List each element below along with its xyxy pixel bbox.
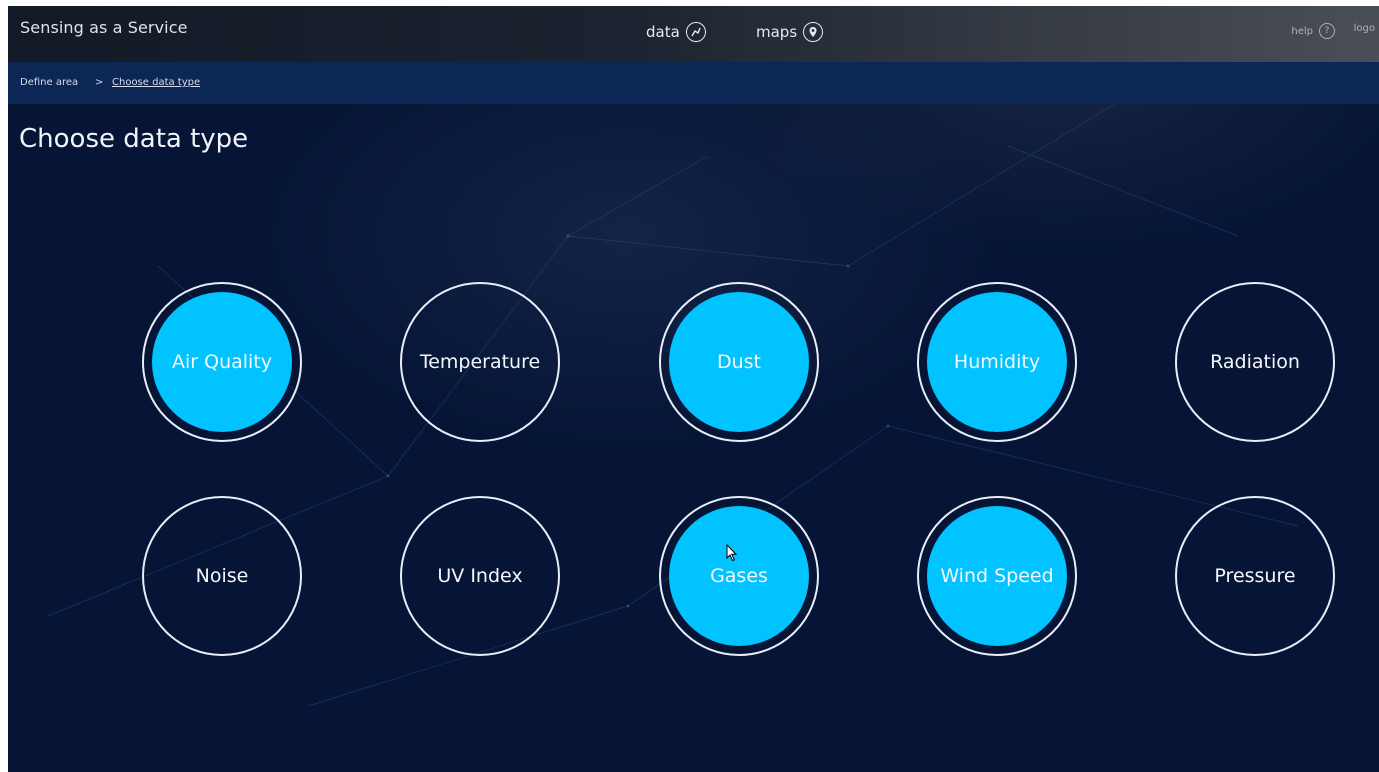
data-type-noise[interactable]: Noise — [142, 496, 302, 656]
data-type-label: Dust — [716, 351, 762, 373]
data-type-label: Noise — [195, 565, 249, 587]
data-type-label: Radiation — [1210, 351, 1300, 373]
nav-maps-label: maps — [756, 23, 798, 41]
data-type-label: Temperature — [419, 351, 541, 373]
help-icon: ? — [1319, 23, 1335, 39]
data-type-temperature[interactable]: Temperature — [400, 282, 560, 442]
logout-link[interactable]: logo — [1354, 23, 1375, 34]
data-type-uv-index[interactable]: UV Index — [400, 496, 560, 656]
top-bar: Sensing as a Service data maps help ? lo… — [8, 6, 1379, 62]
app-title: Sensing as a Service — [20, 18, 188, 37]
chart-icon — [685, 22, 706, 42]
breadcrumb-choose-data-type[interactable]: Choose data type — [112, 77, 200, 88]
data-type-label: Air Quality — [171, 351, 273, 373]
nav-maps-link[interactable]: maps — [756, 20, 824, 44]
data-type-label: Humidity — [953, 351, 1041, 373]
help-link[interactable]: help ? — [1291, 23, 1335, 39]
breadcrumb-separator: > — [95, 77, 104, 88]
nav-data-link[interactable]: data — [646, 20, 706, 44]
mouse-cursor-icon — [726, 544, 738, 562]
data-type-label: UV Index — [437, 565, 523, 587]
data-type-label: Gases — [710, 565, 768, 587]
breadcrumb: Define area > Choose data type — [8, 62, 1379, 104]
data-type-humidity[interactable]: Humidity — [917, 282, 1077, 442]
data-type-gases[interactable]: Gases — [659, 496, 819, 656]
data-type-pressure[interactable]: Pressure — [1175, 496, 1335, 656]
nav-data-label: data — [646, 23, 680, 41]
page-title: Choose data type — [19, 124, 249, 154]
data-type-label: Pressure — [1214, 565, 1296, 587]
breadcrumb-define-area[interactable]: Define area — [20, 77, 78, 88]
map-pin-icon — [803, 22, 824, 42]
data-type-air-quality[interactable]: Air Quality — [142, 282, 302, 442]
data-type-wind-speed[interactable]: Wind Speed — [917, 496, 1077, 656]
app-window: Sensing as a Service data maps help ? lo… — [8, 6, 1379, 772]
help-label: help — [1291, 25, 1313, 37]
data-type-label: Wind Speed — [940, 565, 1054, 587]
data-type-radiation[interactable]: Radiation — [1175, 282, 1335, 442]
data-type-dust[interactable]: Dust — [659, 282, 819, 442]
